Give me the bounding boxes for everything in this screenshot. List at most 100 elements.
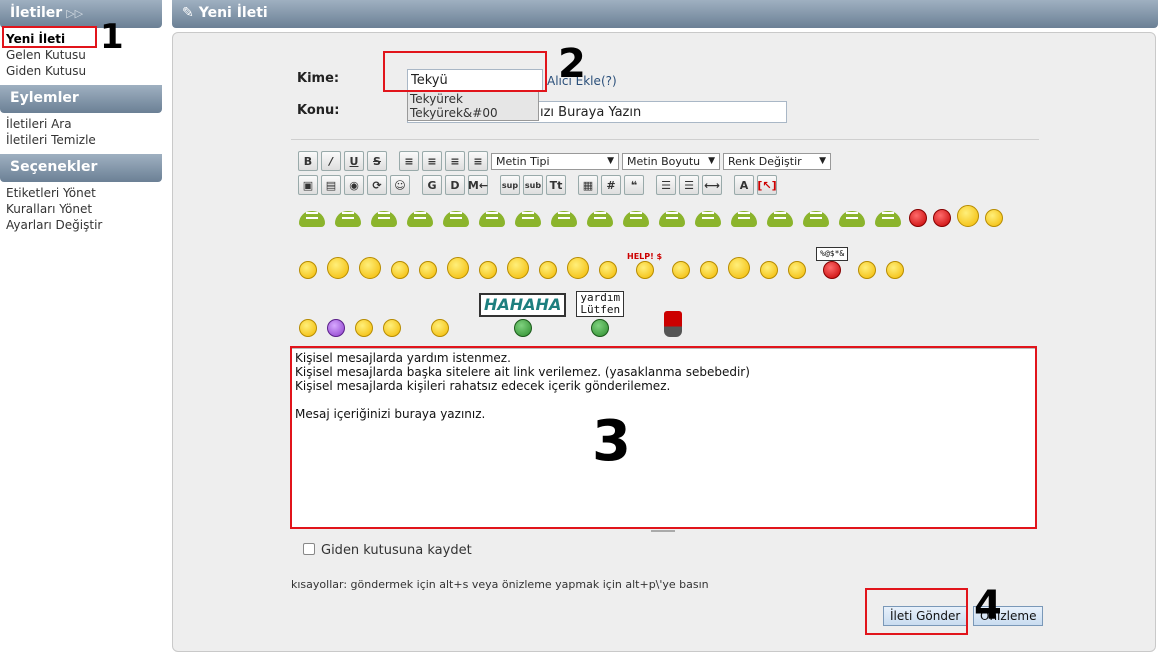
color-select[interactable]: Renk Değiştir ▼: [723, 152, 831, 170]
numbered-list-icon[interactable]: ☰: [679, 175, 699, 195]
image-icon[interactable]: ▣: [298, 175, 318, 195]
sidebar-item-search-messages[interactable]: İletileri Ara: [0, 116, 162, 132]
horizontal-rule-icon[interactable]: ⟷: [702, 175, 722, 195]
android-smiley-icon[interactable]: [729, 205, 759, 227]
help-please-smiley-icon[interactable]: yardım Lütfen: [576, 291, 625, 337]
save-outbox-checkbox[interactable]: [303, 543, 315, 555]
hat-smiley-icon[interactable]: [728, 257, 751, 279]
sidebar: İletiler ▷▷ Yeni İleti Gelen Kutusu Giden…: [0, 0, 162, 654]
align-right-button[interactable]: ≡: [468, 151, 488, 171]
android-smiley-icon[interactable]: [441, 205, 471, 227]
page-title: Yeni İleti: [198, 5, 268, 21]
refresh-icon[interactable]: ⟳: [367, 175, 387, 195]
sidebar-item-change-settings[interactable]: Ayarları Değiştir: [0, 217, 162, 233]
android-smiley-icon[interactable]: [873, 205, 903, 227]
source-toggle-icon[interactable]: [↖]: [757, 175, 777, 195]
main-header: ✎ Yeni İleti: [172, 0, 1158, 28]
android-smiley-icon[interactable]: [369, 205, 399, 227]
android-smiley-icon[interactable]: [837, 205, 867, 227]
smiley-row-3: HAHAHA yardım Lütfen: [299, 291, 683, 337]
android-smiley-icon[interactable]: [549, 205, 579, 227]
smirk-smiley-icon[interactable]: [391, 261, 409, 279]
happy-smiley-icon[interactable]: [886, 261, 905, 279]
camera-smiley-icon[interactable]: [327, 257, 349, 279]
font-style-icon[interactable]: A: [734, 175, 754, 195]
shock-smiley-icon[interactable]: [539, 261, 557, 279]
sad-smiley-icon[interactable]: [299, 319, 317, 337]
globe-icon[interactable]: ◉: [344, 175, 364, 195]
horns-smiley-icon[interactable]: [359, 257, 381, 279]
smiley-insert-icon[interactable]: ☺: [390, 175, 410, 195]
shortcuts-hint: kısayollar: göndermek için alt+s veya ön…: [291, 578, 709, 591]
love-smiley-icon[interactable]: [299, 261, 317, 279]
android-smiley-icon[interactable]: [297, 205, 327, 227]
teletype-button[interactable]: Tt: [546, 175, 566, 195]
cool-smiley-icon[interactable]: [599, 261, 617, 279]
strike-button[interactable]: S: [367, 151, 387, 171]
pirate-smiley-icon[interactable]: [507, 257, 529, 279]
superscript-button[interactable]: sup: [500, 175, 520, 195]
idea-smiley-icon[interactable]: [447, 257, 469, 279]
red-smiley-icon[interactable]: [933, 209, 951, 227]
quote-icon[interactable]: ❝: [624, 175, 644, 195]
turkish-tea-icon[interactable]: [664, 311, 683, 337]
android-smiley-icon[interactable]: [801, 205, 831, 227]
wink-smiley-icon[interactable]: [985, 209, 1003, 227]
help-link[interactable]: (?): [601, 74, 617, 88]
hahaha-smiley-icon[interactable]: HAHAHA: [479, 293, 567, 337]
table-icon[interactable]: ▦: [578, 175, 598, 195]
android-smiley-icon[interactable]: [693, 205, 723, 227]
sidebar-item-clean-messages[interactable]: İletileri Temizle: [0, 132, 162, 148]
flag-smiley-icon[interactable]: [788, 261, 807, 279]
android-smiley-icon[interactable]: [585, 205, 615, 227]
save-icon[interactable]: ▤: [321, 175, 341, 195]
align-left-button[interactable]: ≡: [399, 151, 419, 171]
fire-smiley-icon[interactable]: [760, 261, 779, 279]
angry-smiley-icon[interactable]: [431, 319, 449, 337]
sidebar-item-inbox[interactable]: Gelen Kutusu: [0, 47, 162, 63]
think-smiley-icon[interactable]: [419, 261, 437, 279]
grin-smiley-icon[interactable]: [383, 319, 401, 337]
d-icon[interactable]: D: [445, 175, 465, 195]
android-smiley-icon[interactable]: [657, 205, 687, 227]
android-smiley-icon[interactable]: [513, 205, 543, 227]
font-size-select[interactable]: Metin Boyutu ▼: [622, 152, 720, 170]
bunny-smiley-icon[interactable]: [957, 205, 979, 227]
bullet-list-icon[interactable]: ☰: [656, 175, 676, 195]
android-smiley-icon[interactable]: [621, 205, 651, 227]
suggestion-item[interactable]: Tekyürek&#00: [408, 106, 538, 120]
hash-icon[interactable]: #: [601, 175, 621, 195]
font-type-select[interactable]: Metin Tipi ▼: [491, 152, 619, 170]
help-smiley-icon[interactable]: HELP! $: [627, 252, 662, 279]
annotation-number: 2: [558, 41, 586, 87]
bold-button[interactable]: B: [298, 151, 318, 171]
resize-grip[interactable]: [651, 530, 675, 532]
align-justify-button[interactable]: ≡: [422, 151, 442, 171]
dumbbell-smiley-icon[interactable]: [858, 261, 877, 279]
hammer-smiley-icon[interactable]: [700, 261, 719, 279]
subscript-button[interactable]: sub: [523, 175, 543, 195]
android-smiley-icon[interactable]: [765, 205, 795, 227]
underline-button[interactable]: U: [344, 151, 364, 171]
sidebar-item-manage-rules[interactable]: Kuralları Yönet: [0, 201, 162, 217]
toolbar-row-1: B / U S ≡ ≡ ≡ ≡ Metin Tipi ▼ Metin Boyutu…: [298, 151, 831, 171]
purple-smiley-icon[interactable]: [327, 319, 345, 337]
android-smiley-icon[interactable]: [477, 205, 507, 227]
curse-smiley-icon[interactable]: %@$*&: [816, 247, 849, 279]
italic-button[interactable]: /: [321, 151, 341, 171]
android-smiley-icon[interactable]: [405, 205, 435, 227]
suggestion-item[interactable]: Tekyürek: [408, 92, 538, 106]
ok-smiley-icon[interactable]: [672, 261, 691, 279]
m-arrow-icon[interactable]: M←: [468, 175, 488, 195]
google-icon[interactable]: G: [422, 175, 442, 195]
sidebar-item-manage-labels[interactable]: Etiketleri Yönet: [0, 185, 162, 201]
megaphone-smiley-icon[interactable]: [567, 257, 589, 279]
sign-smiley-icon[interactable]: [479, 261, 497, 279]
align-center-button[interactable]: ≡: [445, 151, 465, 171]
red-smiley-icon[interactable]: [909, 209, 927, 227]
android-smiley-icon[interactable]: [333, 205, 363, 227]
sidebar-item-outbox[interactable]: Giden Kutusu: [0, 63, 162, 79]
smoke-smiley-icon[interactable]: [355, 319, 373, 337]
main-area: ✎Yeni İleti Kime: Alıcı Ekle (?) Konu: T…: [172, 0, 1158, 654]
messages-header[interactable]: İletiler ▷▷: [0, 0, 162, 28]
